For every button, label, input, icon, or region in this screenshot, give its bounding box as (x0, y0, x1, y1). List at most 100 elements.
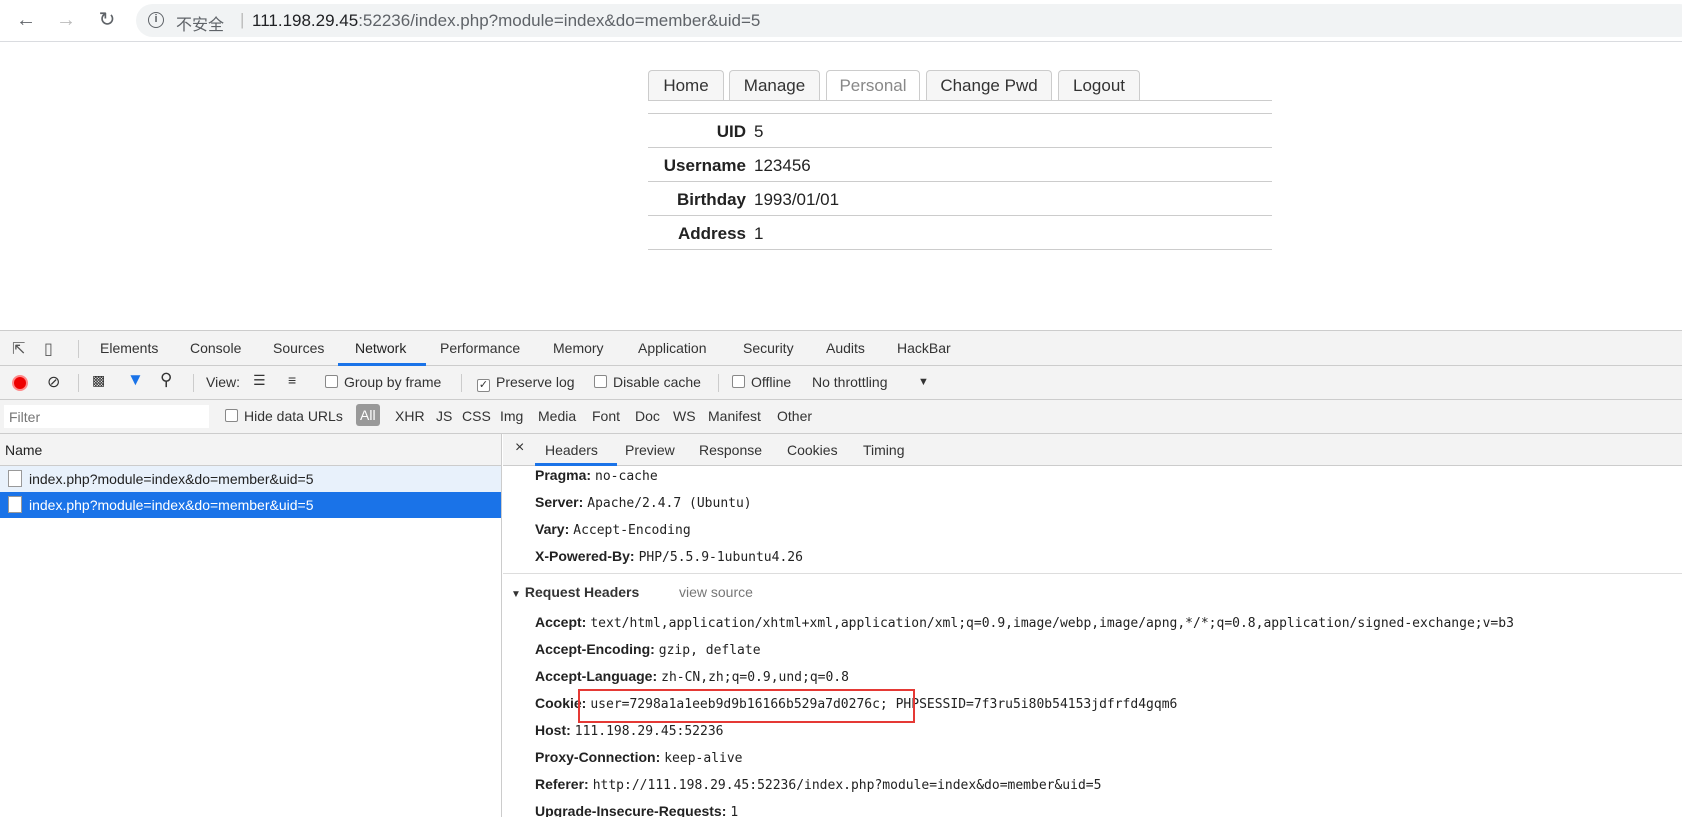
disable-cache-checkbox[interactable]: Disable cache (594, 374, 701, 390)
header-key: Pragma: (535, 467, 592, 483)
tab-manage[interactable]: Manage (729, 70, 820, 100)
tab-logout[interactable]: Logout (1058, 70, 1140, 100)
insecure-label: 不安全 (176, 17, 225, 34)
row-key: Username (663, 156, 746, 175)
chevron-down-icon[interactable]: ▼ (918, 376, 929, 388)
header-key: Accept: (535, 614, 587, 630)
clear-icon[interactable]: ⊘ (47, 372, 60, 392)
preserve-log-checkbox[interactable]: ✓ Preserve log (477, 374, 575, 392)
devtools-tab-security[interactable]: Security (743, 340, 794, 356)
separator: | (240, 10, 245, 29)
request-header-row: Proxy-Connection: keep-alive (535, 749, 743, 766)
large-rows-icon[interactable]: ☰ (253, 372, 266, 389)
tab-personal[interactable]: Personal (826, 70, 920, 100)
table-row: Birthday 1993/01/01 (648, 182, 1272, 216)
detail-tab-timing[interactable]: Timing (863, 442, 905, 458)
disable-cache-label: Disable cache (613, 374, 701, 390)
filter-type-doc[interactable]: Doc (635, 408, 660, 424)
checkbox-icon (594, 375, 607, 388)
header-key: Proxy-Connection: (535, 749, 661, 765)
filter-type-font[interactable]: Font (592, 408, 620, 424)
close-icon[interactable]: × (515, 439, 524, 457)
checked-icon: ✓ (477, 379, 490, 392)
checkbox-icon (325, 375, 338, 388)
info-icon[interactable]: i (148, 12, 164, 28)
devtools-tab-memory[interactable]: Memory (553, 340, 604, 356)
devtools-tab-sources[interactable]: Sources (273, 340, 324, 356)
filter-type-css[interactable]: CSS (462, 408, 491, 424)
checkbox-icon (225, 409, 238, 422)
filter-type-manifest[interactable]: Manifest (708, 408, 761, 424)
reload-icon[interactable]: ↻ (95, 8, 119, 32)
devtools-tab-elements[interactable]: Elements (100, 340, 158, 356)
devtools-tab-performance[interactable]: Performance (440, 340, 520, 356)
header-key: Accept-Language: (535, 668, 658, 684)
filter-input[interactable] (4, 405, 209, 428)
separator (461, 374, 462, 392)
filter-type-js[interactable]: JS (436, 408, 452, 424)
row-key: Address (677, 224, 746, 243)
header-value: Accept-Encoding (573, 523, 691, 538)
devtools-tab-application[interactable]: Application (638, 340, 707, 356)
tab-change-pwd[interactable]: Change Pwd (926, 70, 1052, 100)
detail-tab-cookies[interactable]: Cookies (787, 442, 838, 458)
triangle-down-icon: ▼ (511, 589, 521, 600)
search-icon[interactable]: ⚲ (160, 370, 172, 390)
request-list-pane: Name index.php?module=index&do=member&ui… (0, 434, 502, 817)
address-bar[interactable]: i 不安全 | 111.198.29.45:52236/index.php?mo… (136, 4, 1682, 37)
header-value: http://111.198.29.45:52236/index.php?mod… (592, 778, 1102, 793)
request-name: index.php?module=index&do=member&uid=5 (29, 471, 314, 487)
header-key: Referer: (535, 776, 589, 792)
name-column-header[interactable]: Name (0, 434, 501, 466)
header-value: keep-alive (664, 751, 743, 766)
header-key: Vary: (535, 521, 570, 537)
url-host: 111.198.29.45 (252, 11, 359, 30)
inspect-element-icon[interactable]: ⇱ (12, 339, 25, 359)
filter-type-media[interactable]: Media (538, 408, 576, 424)
response-header-row: X-Powered-By: PHP/5.5.9-1ubuntu4.26 (535, 548, 803, 565)
row-value: 5 (754, 122, 764, 141)
back-icon[interactable]: ← (14, 8, 38, 32)
detail-tab-headers[interactable]: Headers (545, 442, 598, 458)
tab-home[interactable]: Home (648, 70, 724, 100)
hide-data-urls-checkbox[interactable]: Hide data URLs (225, 408, 343, 424)
record-icon[interactable] (12, 375, 28, 391)
header-key: Server: (535, 494, 584, 510)
filter-type-img[interactable]: Img (500, 408, 523, 424)
url-text[interactable]: 111.198.29.45:52236/index.php?module=ind… (252, 11, 760, 31)
preserve-log-label: Preserve log (496, 374, 575, 390)
devtools-tab-console[interactable]: Console (190, 340, 241, 356)
document-icon (8, 496, 22, 513)
waterfall-icon[interactable]: ≡ (288, 372, 296, 388)
header-value: gzip, deflate (658, 643, 761, 658)
request-headers-toggle[interactable]: ▼ Request Headers (511, 584, 639, 600)
forward-icon[interactable]: → (54, 8, 78, 32)
filter-type-other[interactable]: Other (777, 408, 812, 424)
filter-icon[interactable]: ▼ (127, 370, 144, 390)
view-source-link[interactable]: view source (679, 584, 753, 600)
filter-bar: Hide data URLs All XHR JS CSS Img Media … (0, 400, 1682, 434)
hide-data-urls-label: Hide data URLs (244, 408, 343, 424)
request-headers-title: Request Headers (524, 584, 640, 600)
throttling-select[interactable]: No throttling (812, 374, 887, 390)
request-detail-pane: × Headers Preview Response Cookies Timin… (503, 434, 1682, 817)
devtools-tab-audits[interactable]: Audits (826, 340, 865, 356)
detail-tabbar: × Headers Preview Response Cookies Timin… (503, 434, 1682, 466)
detail-tab-preview[interactable]: Preview (625, 442, 675, 458)
detail-tab-response[interactable]: Response (699, 442, 762, 458)
device-toolbar-icon[interactable]: ▯ (44, 339, 53, 359)
devtools-tab-hackbar[interactable]: HackBar (897, 340, 951, 356)
group-by-frame-checkbox[interactable]: Group by frame (325, 374, 441, 390)
filter-type-all[interactable]: All (356, 404, 380, 426)
request-header-row: Accept-Language: zh-CN,zh;q=0.9,und;q=0.8 (535, 668, 849, 685)
network-toolbar: ⊘ ▩ ▼ ⚲ View: ☰ ≡ Group by frame ✓ Preser… (0, 366, 1682, 400)
filter-type-ws[interactable]: WS (673, 408, 696, 424)
request-row[interactable]: index.php?module=index&do=member&uid=5 (0, 466, 501, 492)
devtools-tab-network[interactable]: Network (355, 340, 406, 356)
offline-checkbox[interactable]: Offline (732, 374, 791, 390)
request-row-selected[interactable]: index.php?module=index&do=member&uid=5 (0, 492, 501, 518)
row-value: 1993/01/01 (754, 190, 840, 209)
filter-type-xhr[interactable]: XHR (395, 408, 425, 424)
screenshot-camera-icon[interactable]: ▩ (92, 372, 105, 389)
header-value: Apache/2.4.7 (Ubuntu) (587, 496, 752, 511)
